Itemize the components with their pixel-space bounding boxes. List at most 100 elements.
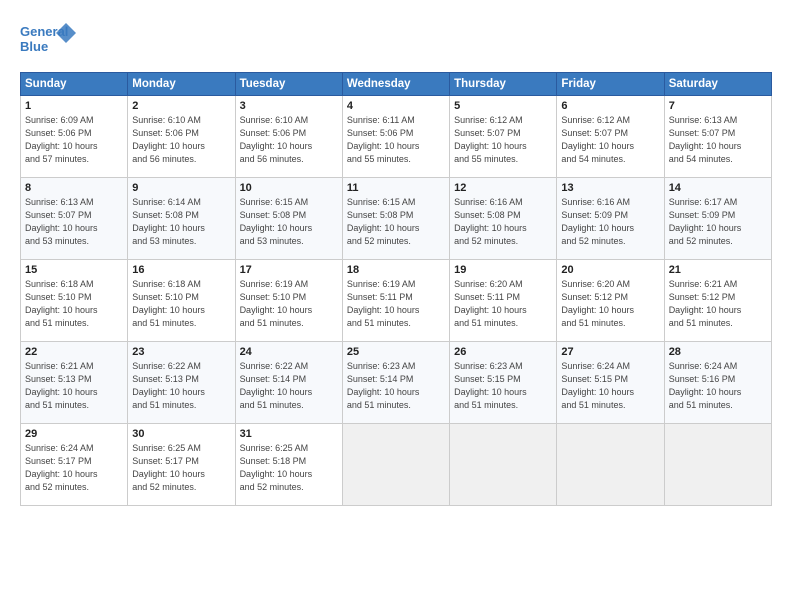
day-info: Sunrise: 6:12 AMSunset: 5:07 PMDaylight:…	[454, 115, 527, 164]
calendar-cell: 29 Sunrise: 6:24 AMSunset: 5:17 PMDaylig…	[21, 424, 128, 506]
day-info: Sunrise: 6:21 AMSunset: 5:13 PMDaylight:…	[25, 361, 98, 410]
day-info: Sunrise: 6:25 AMSunset: 5:17 PMDaylight:…	[132, 443, 205, 492]
calendar-cell: 13 Sunrise: 6:16 AMSunset: 5:09 PMDaylig…	[557, 178, 664, 260]
calendar-cell	[557, 424, 664, 506]
calendar-cell: 9 Sunrise: 6:14 AMSunset: 5:08 PMDayligh…	[128, 178, 235, 260]
page: General Blue Sunday Monday Tuesday Wedne…	[0, 0, 792, 612]
day-info: Sunrise: 6:15 AMSunset: 5:08 PMDaylight:…	[347, 197, 420, 246]
day-number: 11	[347, 182, 445, 194]
calendar-cell: 15 Sunrise: 6:18 AMSunset: 5:10 PMDaylig…	[21, 260, 128, 342]
calendar-cell: 31 Sunrise: 6:25 AMSunset: 5:18 PMDaylig…	[235, 424, 342, 506]
calendar-cell: 22 Sunrise: 6:21 AMSunset: 5:13 PMDaylig…	[21, 342, 128, 424]
calendar-cell: 5 Sunrise: 6:12 AMSunset: 5:07 PMDayligh…	[450, 96, 557, 178]
calendar-cell: 26 Sunrise: 6:23 AMSunset: 5:15 PMDaylig…	[450, 342, 557, 424]
col-monday: Monday	[128, 73, 235, 96]
day-number: 5	[454, 100, 552, 112]
day-number: 27	[561, 346, 659, 358]
day-info: Sunrise: 6:19 AMSunset: 5:10 PMDaylight:…	[240, 279, 313, 328]
day-info: Sunrise: 6:16 AMSunset: 5:09 PMDaylight:…	[561, 197, 634, 246]
day-number: 13	[561, 182, 659, 194]
col-sunday: Sunday	[21, 73, 128, 96]
day-info: Sunrise: 6:13 AMSunset: 5:07 PMDaylight:…	[25, 197, 98, 246]
calendar-cell: 21 Sunrise: 6:21 AMSunset: 5:12 PMDaylig…	[664, 260, 771, 342]
calendar-cell: 2 Sunrise: 6:10 AMSunset: 5:06 PMDayligh…	[128, 96, 235, 178]
calendar-week-2: 8 Sunrise: 6:13 AMSunset: 5:07 PMDayligh…	[21, 178, 772, 260]
day-number: 23	[132, 346, 230, 358]
day-info: Sunrise: 6:23 AMSunset: 5:15 PMDaylight:…	[454, 361, 527, 410]
calendar-cell: 1 Sunrise: 6:09 AMSunset: 5:06 PMDayligh…	[21, 96, 128, 178]
col-friday: Friday	[557, 73, 664, 96]
day-info: Sunrise: 6:17 AMSunset: 5:09 PMDaylight:…	[669, 197, 742, 246]
calendar-week-1: 1 Sunrise: 6:09 AMSunset: 5:06 PMDayligh…	[21, 96, 772, 178]
day-info: Sunrise: 6:18 AMSunset: 5:10 PMDaylight:…	[132, 279, 205, 328]
day-number: 29	[25, 428, 123, 440]
calendar-cell: 17 Sunrise: 6:19 AMSunset: 5:10 PMDaylig…	[235, 260, 342, 342]
day-info: Sunrise: 6:24 AMSunset: 5:17 PMDaylight:…	[25, 443, 98, 492]
logo: General Blue	[20, 18, 76, 62]
calendar-cell: 7 Sunrise: 6:13 AMSunset: 5:07 PMDayligh…	[664, 96, 771, 178]
day-number: 2	[132, 100, 230, 112]
day-info: Sunrise: 6:09 AMSunset: 5:06 PMDaylight:…	[25, 115, 98, 164]
day-info: Sunrise: 6:11 AMSunset: 5:06 PMDaylight:…	[347, 115, 420, 164]
day-number: 22	[25, 346, 123, 358]
day-number: 3	[240, 100, 338, 112]
header: General Blue	[20, 18, 772, 62]
day-number: 8	[25, 182, 123, 194]
day-number: 28	[669, 346, 767, 358]
calendar-cell: 19 Sunrise: 6:20 AMSunset: 5:11 PMDaylig…	[450, 260, 557, 342]
day-info: Sunrise: 6:10 AMSunset: 5:06 PMDaylight:…	[132, 115, 205, 164]
calendar-cell: 18 Sunrise: 6:19 AMSunset: 5:11 PMDaylig…	[342, 260, 449, 342]
day-info: Sunrise: 6:10 AMSunset: 5:06 PMDaylight:…	[240, 115, 313, 164]
calendar-cell: 25 Sunrise: 6:23 AMSunset: 5:14 PMDaylig…	[342, 342, 449, 424]
logo-icon: General Blue	[20, 18, 76, 62]
day-number: 12	[454, 182, 552, 194]
day-info: Sunrise: 6:18 AMSunset: 5:10 PMDaylight:…	[25, 279, 98, 328]
day-number: 15	[25, 264, 123, 276]
day-number: 9	[132, 182, 230, 194]
day-info: Sunrise: 6:21 AMSunset: 5:12 PMDaylight:…	[669, 279, 742, 328]
day-number: 31	[240, 428, 338, 440]
calendar-cell: 14 Sunrise: 6:17 AMSunset: 5:09 PMDaylig…	[664, 178, 771, 260]
col-wednesday: Wednesday	[342, 73, 449, 96]
day-info: Sunrise: 6:22 AMSunset: 5:14 PMDaylight:…	[240, 361, 313, 410]
calendar-week-3: 15 Sunrise: 6:18 AMSunset: 5:10 PMDaylig…	[21, 260, 772, 342]
calendar-cell: 8 Sunrise: 6:13 AMSunset: 5:07 PMDayligh…	[21, 178, 128, 260]
day-number: 10	[240, 182, 338, 194]
col-saturday: Saturday	[664, 73, 771, 96]
calendar-cell: 10 Sunrise: 6:15 AMSunset: 5:08 PMDaylig…	[235, 178, 342, 260]
header-row: Sunday Monday Tuesday Wednesday Thursday…	[21, 73, 772, 96]
calendar-cell: 27 Sunrise: 6:24 AMSunset: 5:15 PMDaylig…	[557, 342, 664, 424]
calendar-table: Sunday Monday Tuesday Wednesday Thursday…	[20, 72, 772, 506]
col-tuesday: Tuesday	[235, 73, 342, 96]
day-number: 4	[347, 100, 445, 112]
day-number: 25	[347, 346, 445, 358]
day-number: 26	[454, 346, 552, 358]
day-number: 14	[669, 182, 767, 194]
day-info: Sunrise: 6:13 AMSunset: 5:07 PMDaylight:…	[669, 115, 742, 164]
calendar-cell: 20 Sunrise: 6:20 AMSunset: 5:12 PMDaylig…	[557, 260, 664, 342]
calendar-cell: 28 Sunrise: 6:24 AMSunset: 5:16 PMDaylig…	[664, 342, 771, 424]
calendar-cell: 11 Sunrise: 6:15 AMSunset: 5:08 PMDaylig…	[342, 178, 449, 260]
calendar-week-4: 22 Sunrise: 6:21 AMSunset: 5:13 PMDaylig…	[21, 342, 772, 424]
day-info: Sunrise: 6:12 AMSunset: 5:07 PMDaylight:…	[561, 115, 634, 164]
day-number: 24	[240, 346, 338, 358]
calendar-week-5: 29 Sunrise: 6:24 AMSunset: 5:17 PMDaylig…	[21, 424, 772, 506]
day-info: Sunrise: 6:24 AMSunset: 5:16 PMDaylight:…	[669, 361, 742, 410]
day-number: 6	[561, 100, 659, 112]
day-info: Sunrise: 6:15 AMSunset: 5:08 PMDaylight:…	[240, 197, 313, 246]
calendar-cell: 12 Sunrise: 6:16 AMSunset: 5:08 PMDaylig…	[450, 178, 557, 260]
day-number: 21	[669, 264, 767, 276]
day-number: 1	[25, 100, 123, 112]
day-info: Sunrise: 6:20 AMSunset: 5:11 PMDaylight:…	[454, 279, 527, 328]
calendar-cell	[342, 424, 449, 506]
day-number: 19	[454, 264, 552, 276]
calendar-cell: 16 Sunrise: 6:18 AMSunset: 5:10 PMDaylig…	[128, 260, 235, 342]
day-info: Sunrise: 6:20 AMSunset: 5:12 PMDaylight:…	[561, 279, 634, 328]
day-number: 30	[132, 428, 230, 440]
calendar-cell: 6 Sunrise: 6:12 AMSunset: 5:07 PMDayligh…	[557, 96, 664, 178]
day-info: Sunrise: 6:25 AMSunset: 5:18 PMDaylight:…	[240, 443, 313, 492]
calendar-cell: 30 Sunrise: 6:25 AMSunset: 5:17 PMDaylig…	[128, 424, 235, 506]
day-number: 20	[561, 264, 659, 276]
day-info: Sunrise: 6:23 AMSunset: 5:14 PMDaylight:…	[347, 361, 420, 410]
day-number: 17	[240, 264, 338, 276]
